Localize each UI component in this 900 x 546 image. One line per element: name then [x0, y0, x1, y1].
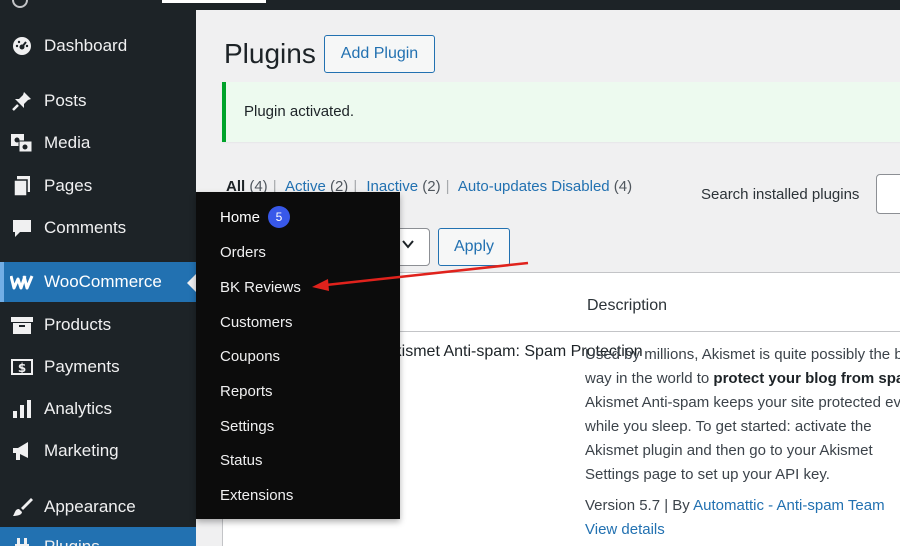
author-link[interactable]: Automattic - Anti-spam Team — [693, 497, 884, 514]
submenu-item-coupons[interactable]: Coupons — [220, 348, 280, 365]
woocommerce-submenu-flyout: Home 5 Orders BK Reviews Customers Coupo… — [196, 192, 400, 519]
submenu-item-label: Customers — [220, 314, 293, 331]
sidebar-item-label: Analytics — [44, 399, 113, 418]
sidebar-item-posts[interactable]: Posts — [0, 81, 196, 121]
wordpress-logo-icon[interactable] — [12, 0, 28, 8]
submenu-item-label: BK Reviews — [220, 279, 301, 296]
plugin-icon — [9, 535, 35, 546]
megaphone-icon — [9, 439, 35, 463]
add-plugin-button[interactable]: Add Plugin — [324, 35, 435, 73]
plugin-version-info: Version 5.7 | By Automattic - Anti-spam … — [585, 497, 885, 514]
sidebar-item-media[interactable]: Media — [0, 123, 196, 163]
submenu-item-customers[interactable]: Customers — [220, 314, 293, 331]
sidebar-item-label: Media — [44, 133, 91, 152]
submenu-item-label: Orders — [220, 244, 266, 261]
sidebar-item-label: Dashboard — [44, 36, 128, 55]
sidebar-item-label: Posts — [44, 91, 87, 110]
paintbrush-icon — [9, 495, 35, 519]
apply-button[interactable]: Apply — [438, 228, 510, 266]
submenu-item-label: Status — [220, 452, 263, 469]
media-icon — [9, 131, 35, 155]
archive-box-icon — [9, 313, 35, 337]
sidebar-item-plugins[interactable]: Plugins — [0, 527, 196, 546]
admin-bar — [0, 0, 900, 10]
version-text: Version 5.7 | By — [585, 497, 694, 514]
sidebar-item-payments[interactable]: $ Payments — [0, 347, 196, 387]
description-bold-text: protect your blog from spam — [713, 370, 900, 387]
sidebar-item-woocommerce[interactable]: WooCommerce — [0, 262, 196, 302]
submenu-item-home[interactable]: Home 5 — [220, 206, 291, 228]
sidebar-item-dashboard[interactable]: Dashboard — [0, 26, 196, 66]
sidebar-item-label: Products — [44, 315, 112, 334]
dashboard-gauge-icon — [9, 34, 35, 58]
sidebar-item-label: Marketing — [44, 441, 119, 460]
submenu-item-status[interactable]: Status — [220, 452, 263, 469]
search-plugins-input[interactable] — [876, 174, 900, 214]
site-name-link[interactable] — [162, 0, 266, 3]
sidebar-item-pages[interactable]: Pages — [0, 166, 196, 206]
sidebar-item-label: Pages — [44, 176, 93, 195]
notice-text: Plugin activated. — [244, 103, 355, 120]
submenu-item-reports[interactable]: Reports — [220, 383, 273, 400]
sidebar-item-products[interactable]: Products — [0, 305, 196, 345]
sidebar-item-label: Comments — [44, 218, 127, 237]
svg-text:$: $ — [18, 361, 26, 375]
pushpin-icon — [9, 89, 35, 113]
pages-icon — [9, 174, 35, 198]
sidebar-item-label: Appearance — [44, 497, 136, 516]
column-header-description: Description — [587, 297, 668, 314]
sidebar-item-analytics[interactable]: Analytics — [0, 389, 196, 429]
submenu-item-bk-reviews[interactable]: BK Reviews — [220, 279, 301, 296]
notification-count-badge: 5 — [268, 206, 291, 228]
active-marker — [0, 262, 4, 302]
submenu-item-label: Home — [220, 208, 261, 226]
search-label: Search installed plugins — [701, 186, 860, 203]
sidebar-item-marketing[interactable]: Marketing — [0, 431, 196, 471]
woocommerce-logo-icon — [9, 270, 35, 294]
success-notice: Plugin activated. — [222, 82, 900, 142]
sidebar-item-label: WooCommerce — [44, 272, 162, 291]
view-details-link[interactable]: View details — [585, 521, 665, 538]
chevron-down-icon — [401, 237, 415, 256]
filter-auto-updates-disabled[interactable]: Auto-updates Disabled — [458, 178, 610, 195]
sidebar-item-appearance[interactable]: Appearance — [0, 487, 196, 527]
page-title: Plugins — [224, 38, 316, 69]
filter-separator: | — [445, 178, 450, 195]
bar-chart-icon — [9, 397, 35, 421]
submenu-item-settings[interactable]: Settings — [220, 418, 274, 435]
sidebar-item-label: Plugins — [44, 537, 100, 546]
submenu-item-label: Coupons — [220, 348, 281, 365]
submenu-item-label: Settings — [220, 418, 275, 435]
description-text: Used by millions, Akismet is quite possi… — [585, 346, 891, 363]
submenu-item-label: Extensions — [220, 487, 294, 504]
submenu-item-extensions[interactable]: Extensions — [220, 487, 293, 504]
admin-sidebar: Dashboard Posts Media Pages Comments Woo… — [0, 10, 196, 546]
plugin-description: Used by millions, Akismet is quite possi… — [585, 343, 900, 487]
sidebar-item-comments[interactable]: Comments — [0, 208, 196, 248]
submenu-item-orders[interactable]: Orders — [220, 244, 266, 261]
filter-auto-updates-count: (4) — [613, 178, 633, 195]
sidebar-item-label: Payments — [44, 357, 120, 376]
comment-bubble-icon — [9, 216, 35, 240]
dollar-icon: $ — [9, 355, 35, 379]
submenu-item-label: Reports — [220, 383, 273, 400]
filter-inactive-count: (2) — [422, 178, 441, 195]
